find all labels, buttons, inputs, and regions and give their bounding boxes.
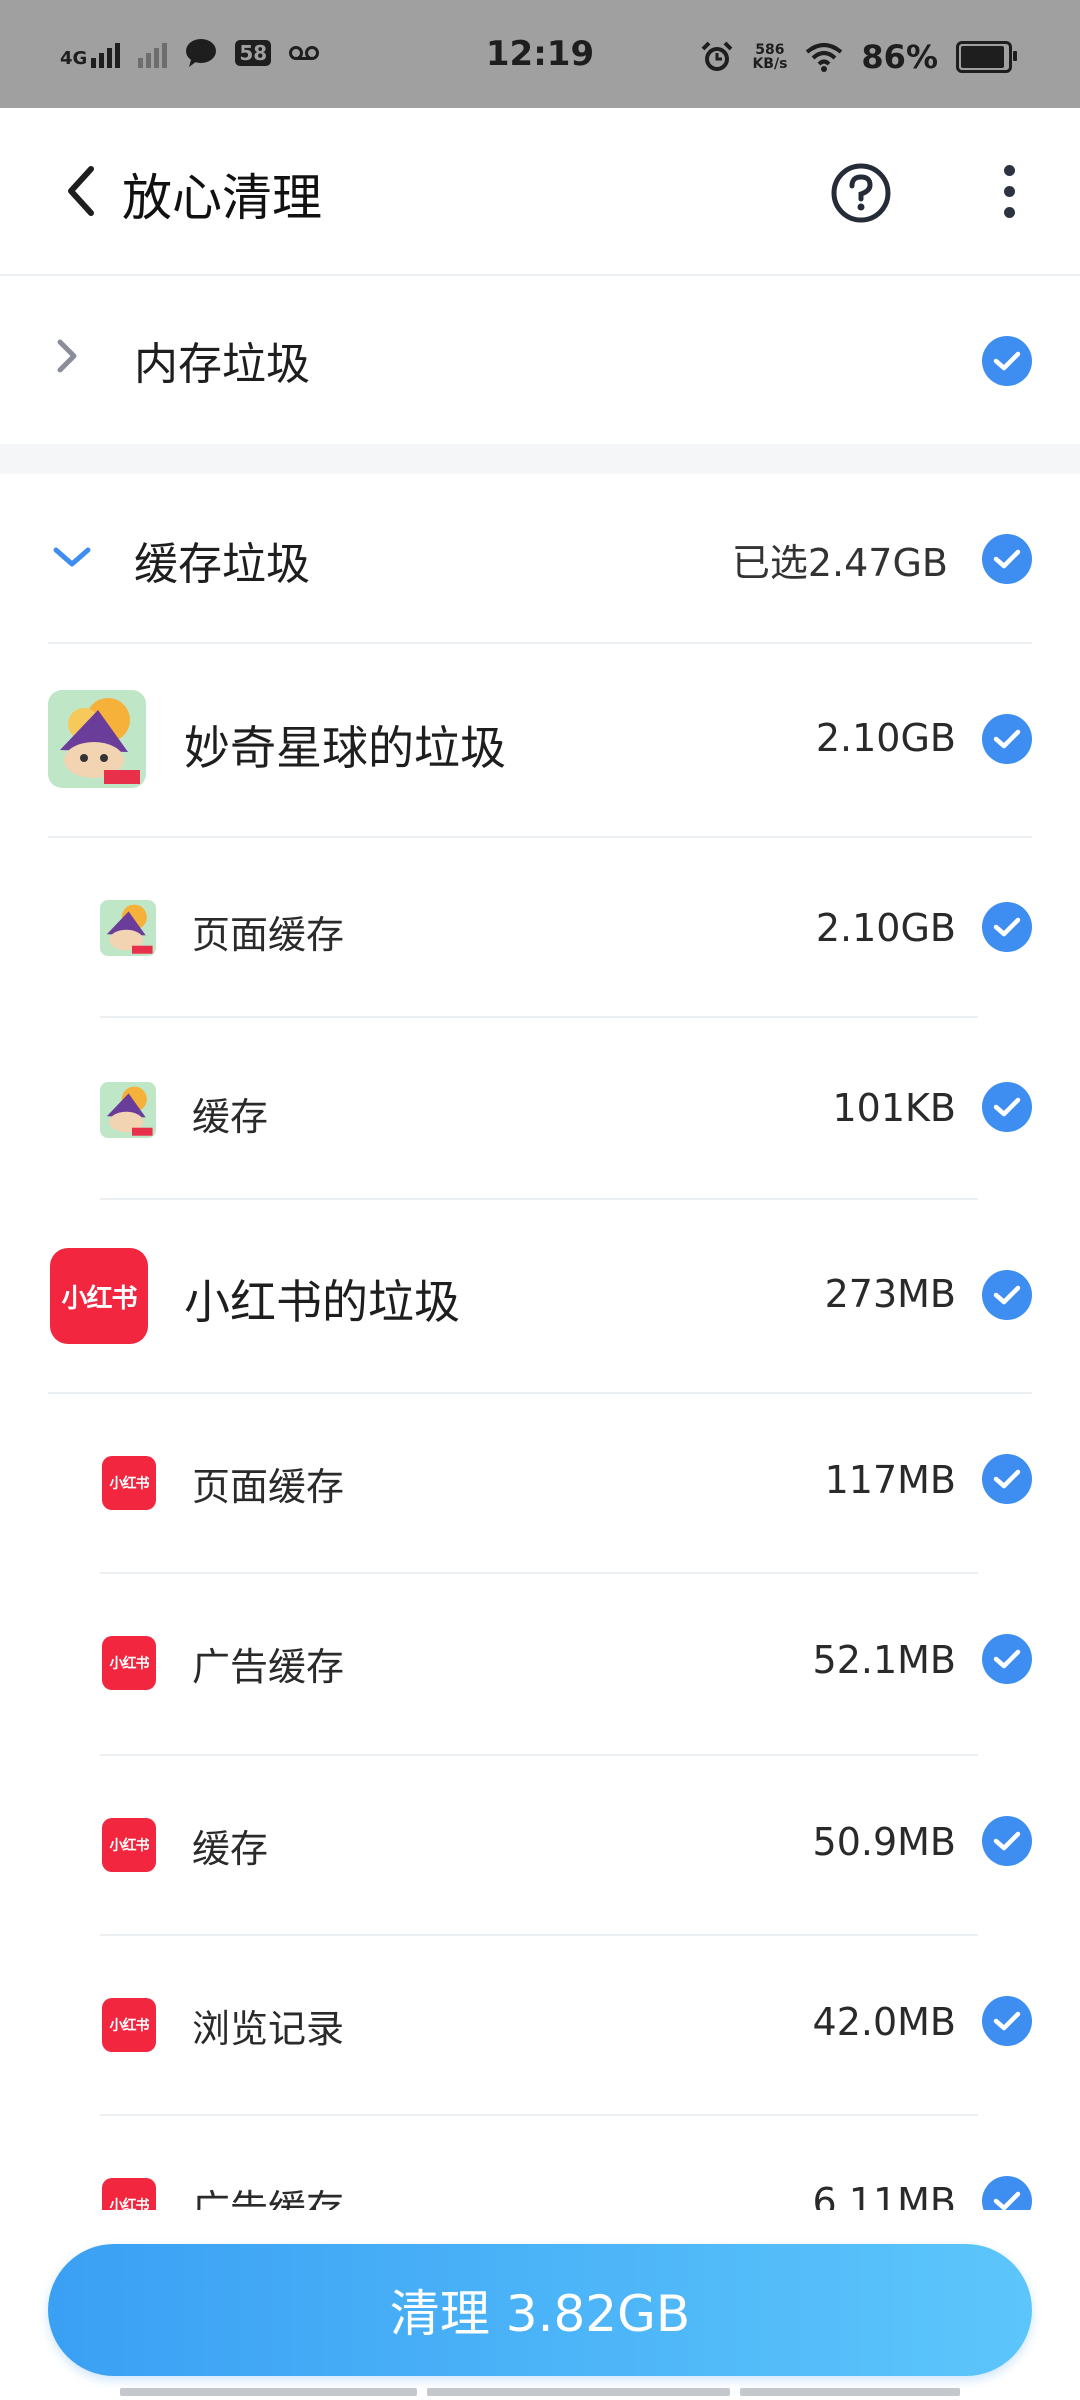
network-speed: 586 KB/s (752, 43, 787, 71)
memory-junk-row[interactable]: 内存垃圾 (0, 276, 1080, 444)
sub-item-check[interactable] (982, 1816, 1032, 1866)
app-size: 2.10GB (815, 716, 956, 760)
status-right: 586 KB/s 86% (700, 38, 1017, 76)
checkmark-icon (993, 1285, 1021, 1305)
checkmark-icon (993, 1831, 1021, 1851)
app-name: 小红书的垃圾 (184, 1275, 460, 1329)
sub-item-size: 50.9MB (812, 1820, 956, 1864)
app-row-xiaohongshu[interactable]: 小红书 小红书的垃圾 273MB (0, 1200, 1080, 1392)
checkmark-icon (993, 549, 1021, 569)
dot-icon (1003, 206, 1015, 218)
checkmark-icon (993, 351, 1021, 371)
question-icon (831, 163, 891, 223)
sub-item-name: 缓存 (192, 1827, 269, 1871)
miaoqi-app-icon (100, 900, 156, 956)
help-button[interactable] (830, 162, 892, 224)
sub-row[interactable]: 缓存 101KB (0, 1018, 1080, 1198)
cache-junk-header[interactable]: 缓存垃圾 已选2.47GB (0, 474, 1080, 644)
chevron-right-icon[interactable] (54, 336, 82, 376)
status-bar: 4G 58 12:19 586 KB/s 86% (0, 0, 1080, 108)
app-name: 妙奇星球的垃圾 (184, 721, 506, 775)
cache-junk-section: 缓存垃圾 已选2.47GB 妙奇星球的垃圾 2.10GB 页面缓存 2.10GB… (0, 474, 1080, 2400)
app-check[interactable] (982, 714, 1032, 764)
clean-button[interactable]: 清理 3.82GB (48, 2244, 1032, 2376)
sub-row[interactable]: 页面缓存 2.10GB (0, 838, 1080, 1018)
battery-icon (956, 41, 1017, 73)
checkmark-icon (993, 1097, 1021, 1117)
sub-item-size: 2.10GB (815, 906, 956, 950)
sub-item-size: 52.1MB (812, 1638, 956, 1682)
selected-total: 已选2.47GB (731, 541, 948, 585)
alarm-icon (702, 41, 733, 71)
sub-item-name: 缓存 (192, 1095, 269, 1139)
page-title: 放心清理 (122, 169, 322, 227)
sub-row[interactable]: 小红书 浏览记录 42.0MB (0, 1936, 1080, 2116)
app-size: 273MB (824, 1272, 956, 1316)
sub-row[interactable]: 小红书 页面缓存 117MB (0, 1394, 1080, 1574)
cache-junk-check[interactable] (982, 534, 1032, 584)
back-arrow-icon (68, 166, 94, 216)
xiaohongshu-app-icon: 小红书 (102, 1818, 156, 1872)
app-header: 放心清理 (0, 108, 1080, 276)
chevron-down-icon[interactable] (52, 544, 92, 572)
xiaohongshu-app-icon: 小红书 (102, 1456, 156, 1510)
checkmark-icon (993, 2011, 1021, 2031)
app-check[interactable] (982, 1270, 1032, 1320)
checkmark-icon (993, 729, 1021, 749)
checkmark-icon (993, 917, 1021, 937)
nav-handle (120, 2388, 960, 2396)
sub-item-size: 101KB (832, 1086, 956, 1130)
speed-unit: KB/s (752, 56, 788, 72)
memory-junk-label: 内存垃圾 (134, 339, 310, 390)
cache-junk-label: 缓存垃圾 (134, 539, 310, 590)
checkmark-icon (993, 2191, 1021, 2211)
memory-junk-check[interactable] (982, 336, 1032, 386)
dot-icon (1003, 185, 1015, 197)
xiaohongshu-app-icon: 小红书 (50, 1248, 148, 1344)
sub-row[interactable]: 小红书 缓存 50.9MB (0, 1756, 1080, 1936)
sub-item-size: 117MB (824, 1458, 956, 1502)
sub-item-size: 42.0MB (812, 2000, 956, 2044)
battery-percent: 86% (861, 38, 938, 76)
sub-row[interactable]: 小红书 广告缓存 52.1MB (0, 1574, 1080, 1754)
sub-item-check[interactable] (982, 1634, 1032, 1684)
sub-item-check[interactable] (982, 1996, 1032, 2046)
app-row-miaoqi[interactable]: 妙奇星球的垃圾 2.10GB (0, 644, 1080, 836)
checkmark-icon (993, 1469, 1021, 1489)
sub-item-check[interactable] (982, 902, 1032, 952)
back-button[interactable] (50, 156, 110, 226)
sub-item-name: 广告缓存 (192, 1645, 345, 1689)
speed-value: 586 (755, 42, 785, 58)
wifi-icon (806, 43, 843, 72)
sub-item-name: 页面缓存 (192, 913, 345, 957)
more-options-button[interactable] (984, 156, 1034, 226)
xiaohongshu-app-icon: 小红书 (102, 1636, 156, 1690)
miaoqi-app-icon (100, 1082, 156, 1138)
checkmark-icon (993, 1649, 1021, 1669)
sub-item-name: 页面缓存 (192, 1465, 345, 1509)
xiaohongshu-app-icon: 小红书 (102, 1998, 156, 2052)
sub-item-name: 浏览记录 (192, 2007, 345, 2051)
dot-icon (1003, 164, 1015, 176)
sub-item-check[interactable] (982, 1082, 1032, 1132)
miaoqi-app-icon (48, 690, 146, 788)
sub-item-check[interactable] (982, 1454, 1032, 1504)
